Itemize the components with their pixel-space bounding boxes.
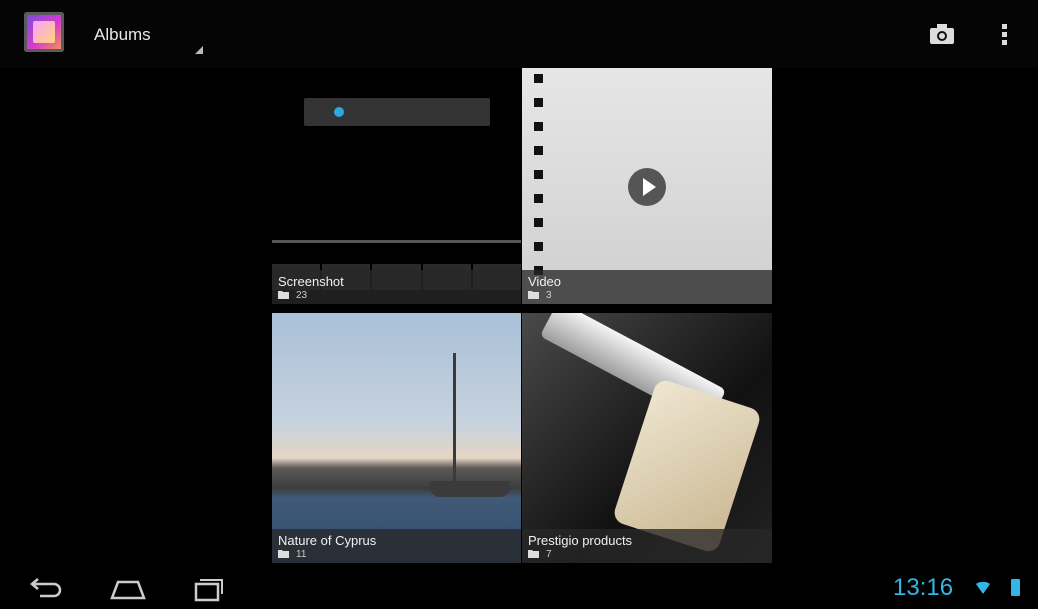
album-label: Prestigio products 7: [522, 529, 772, 563]
album-count: 3: [546, 290, 552, 301]
overflow-menu-icon[interactable]: [996, 22, 1012, 48]
album-tile-video[interactable]: Video 3: [522, 68, 772, 304]
album-label: Nature of Cyprus 11: [272, 529, 521, 563]
album-label: Screenshot 23: [272, 270, 521, 304]
album-name: Screenshot: [278, 274, 344, 289]
album-name: Nature of Cyprus: [278, 533, 377, 548]
wifi-icon: [976, 582, 990, 594]
folder-icon: [278, 291, 289, 299]
album-count: 23: [296, 290, 308, 301]
dropdown-indicator-icon[interactable]: [195, 46, 203, 54]
album-count: 7: [546, 549, 552, 560]
album-name: Prestigio products: [528, 533, 633, 548]
boat-image: [430, 481, 510, 497]
system-nav-bar: [0, 568, 1038, 609]
album-tile-prestigio-products[interactable]: Prestigio products 7: [522, 313, 772, 563]
home-icon[interactable]: [108, 576, 148, 602]
battery-icon: [1011, 579, 1020, 596]
album-tile-nature-of-cyprus[interactable]: Nature of Cyprus 11: [272, 313, 521, 563]
recent-apps-icon[interactable]: [188, 576, 228, 602]
album-count: 11: [296, 549, 307, 560]
folder-icon: [528, 291, 539, 299]
page-title[interactable]: Albums: [94, 25, 151, 45]
folder-icon: [528, 550, 539, 558]
album-label: Video 3: [522, 270, 772, 304]
thumbnail-content: [304, 98, 490, 126]
usb-drive-image: [611, 377, 763, 555]
back-icon[interactable]: [28, 576, 68, 602]
camera-icon[interactable]: [928, 22, 956, 46]
album-tile-screenshot[interactable]: Screenshot 23: [272, 68, 521, 304]
action-bar: Albums: [0, 0, 1038, 68]
folder-icon: [278, 550, 289, 558]
play-icon: [628, 168, 666, 206]
album-name: Video: [528, 274, 562, 289]
gallery-app-icon[interactable]: [24, 12, 64, 52]
status-clock: 13:16: [893, 574, 954, 601]
